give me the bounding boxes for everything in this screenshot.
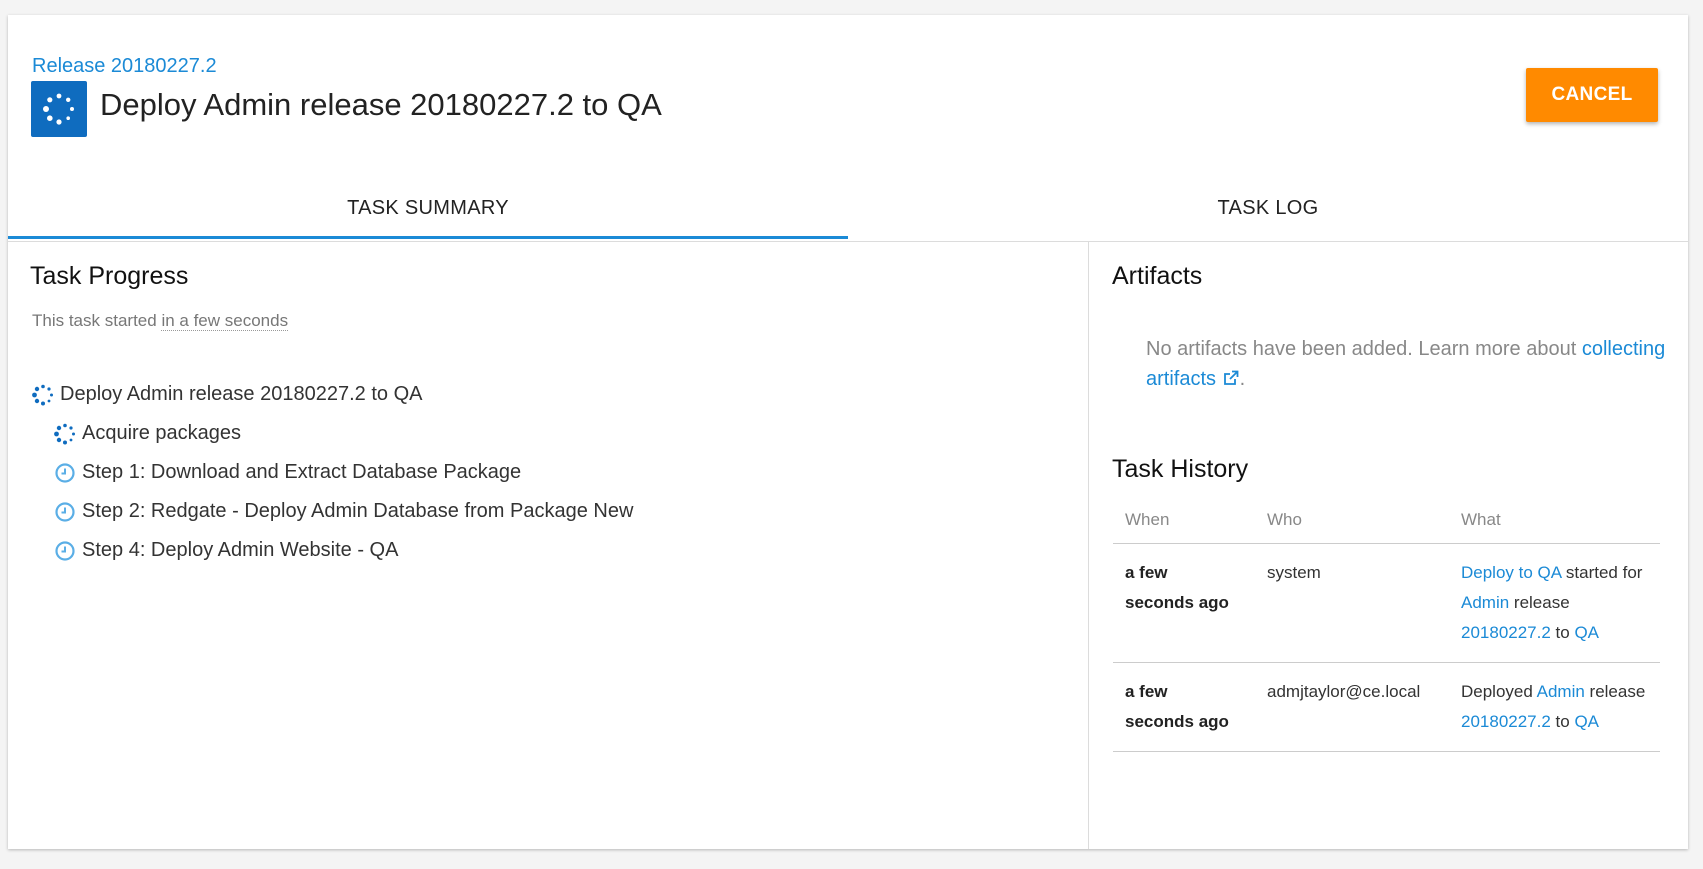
step-row[interactable]: Step 1: Download and Extract Database Pa… bbox=[54, 461, 521, 484]
history-who: system bbox=[1255, 543, 1449, 663]
table-row: a few seconds ago admjtaylor@ce.local De… bbox=[1113, 662, 1660, 752]
breadcrumb-release-link[interactable]: Release 20180227.2 bbox=[32, 55, 217, 78]
task-card: Release 20180227.2 Deploy Admin release … bbox=[8, 15, 1688, 849]
spinner-icon bbox=[32, 384, 53, 405]
deploy-to-qa-link[interactable]: Deploy to QA bbox=[1461, 563, 1561, 582]
history-text: started for bbox=[1561, 563, 1643, 582]
artifacts-empty-message: No artifacts have been added. Learn more… bbox=[1146, 334, 1666, 394]
task-history-table: When Who What a few seconds ago system D… bbox=[1113, 497, 1660, 752]
artifacts-message-text: No artifacts have been added. Learn more… bbox=[1146, 338, 1577, 360]
when-line-1: a few bbox=[1125, 682, 1168, 701]
step-label: Step 2: Redgate - Deploy Admin Database … bbox=[82, 500, 634, 522]
environment-qa-link[interactable]: QA bbox=[1574, 712, 1599, 731]
step-row[interactable]: Step 4: Deploy Admin Website - QA bbox=[54, 539, 398, 562]
column-header-who: Who bbox=[1255, 497, 1449, 544]
history-who: admjtaylor@ce.local bbox=[1255, 662, 1449, 752]
tab-task-log[interactable]: TASK LOG bbox=[848, 175, 1688, 241]
tab-bar: TASK SUMMARY TASK LOG bbox=[8, 175, 1688, 242]
task-started-text: This task started in a few seconds bbox=[32, 311, 289, 331]
task-history-heading: Task History bbox=[1112, 455, 1249, 483]
side-panel: Artifacts No artifacts have been added. … bbox=[1089, 242, 1688, 849]
history-text: Deployed bbox=[1461, 682, 1537, 701]
step-row[interactable]: Step 2: Redgate - Deploy Admin Database … bbox=[54, 500, 633, 523]
history-when: a few seconds ago bbox=[1113, 662, 1255, 752]
when-line-2: seconds ago bbox=[1125, 712, 1229, 731]
history-when: a few seconds ago bbox=[1113, 543, 1255, 663]
page-title: Deploy Admin release 20180227.2 to QA bbox=[100, 87, 662, 122]
external-link-icon bbox=[1223, 370, 1238, 385]
spinner-icon bbox=[43, 93, 74, 125]
step-label: Deploy Admin release 20180227.2 to QA bbox=[60, 383, 423, 405]
task-header: Release 20180227.2 Deploy Admin release … bbox=[8, 15, 1688, 155]
clock-icon bbox=[55, 540, 75, 561]
history-what: Deploy to QA started for Admin release 2… bbox=[1449, 543, 1660, 663]
step-label: Acquire packages bbox=[82, 422, 241, 444]
spinner-icon bbox=[54, 423, 75, 444]
environment-qa-link[interactable]: QA bbox=[1574, 623, 1599, 642]
release-link[interactable]: 20180227.2 bbox=[1461, 712, 1551, 731]
artifacts-heading: Artifacts bbox=[1112, 262, 1203, 290]
history-text: to bbox=[1550, 623, 1575, 642]
column-header-what: What bbox=[1449, 497, 1660, 544]
history-what: Deployed Admin release 20180227.2 to QA bbox=[1449, 662, 1660, 752]
step-row-root[interactable]: Deploy Admin release 20180227.2 to QA bbox=[32, 383, 422, 406]
column-header-when: When bbox=[1113, 497, 1255, 544]
task-progress-panel: Task Progress This task started in a few… bbox=[8, 242, 1089, 849]
started-prefix: This task started bbox=[32, 311, 157, 330]
task-status-badge bbox=[31, 81, 87, 137]
tab-task-summary[interactable]: TASK SUMMARY bbox=[8, 175, 848, 241]
table-header-row: When Who What bbox=[1113, 497, 1660, 544]
history-text: to bbox=[1550, 712, 1575, 731]
project-admin-link[interactable]: Admin bbox=[1537, 682, 1585, 701]
artifacts-suffix: . bbox=[1239, 368, 1246, 390]
project-admin-link[interactable]: Admin bbox=[1461, 593, 1509, 612]
started-relative-time: in a few seconds bbox=[161, 311, 289, 331]
clock-icon bbox=[55, 462, 75, 483]
history-text: release bbox=[1509, 593, 1570, 612]
step-row[interactable]: Acquire packages bbox=[54, 422, 241, 445]
when-line-1: a few bbox=[1125, 563, 1168, 582]
release-link[interactable]: 20180227.2 bbox=[1461, 623, 1551, 642]
step-label: Step 4: Deploy Admin Website - QA bbox=[82, 539, 399, 561]
step-label: Step 1: Download and Extract Database Pa… bbox=[82, 461, 522, 483]
table-row: a few seconds ago system Deploy to QA st… bbox=[1113, 543, 1660, 663]
clock-icon bbox=[55, 501, 75, 522]
task-progress-heading: Task Progress bbox=[30, 262, 189, 290]
history-text: release bbox=[1584, 682, 1646, 701]
when-line-2: seconds ago bbox=[1125, 593, 1229, 612]
cancel-button[interactable]: CANCEL bbox=[1526, 68, 1658, 122]
active-tab-indicator bbox=[8, 236, 848, 239]
